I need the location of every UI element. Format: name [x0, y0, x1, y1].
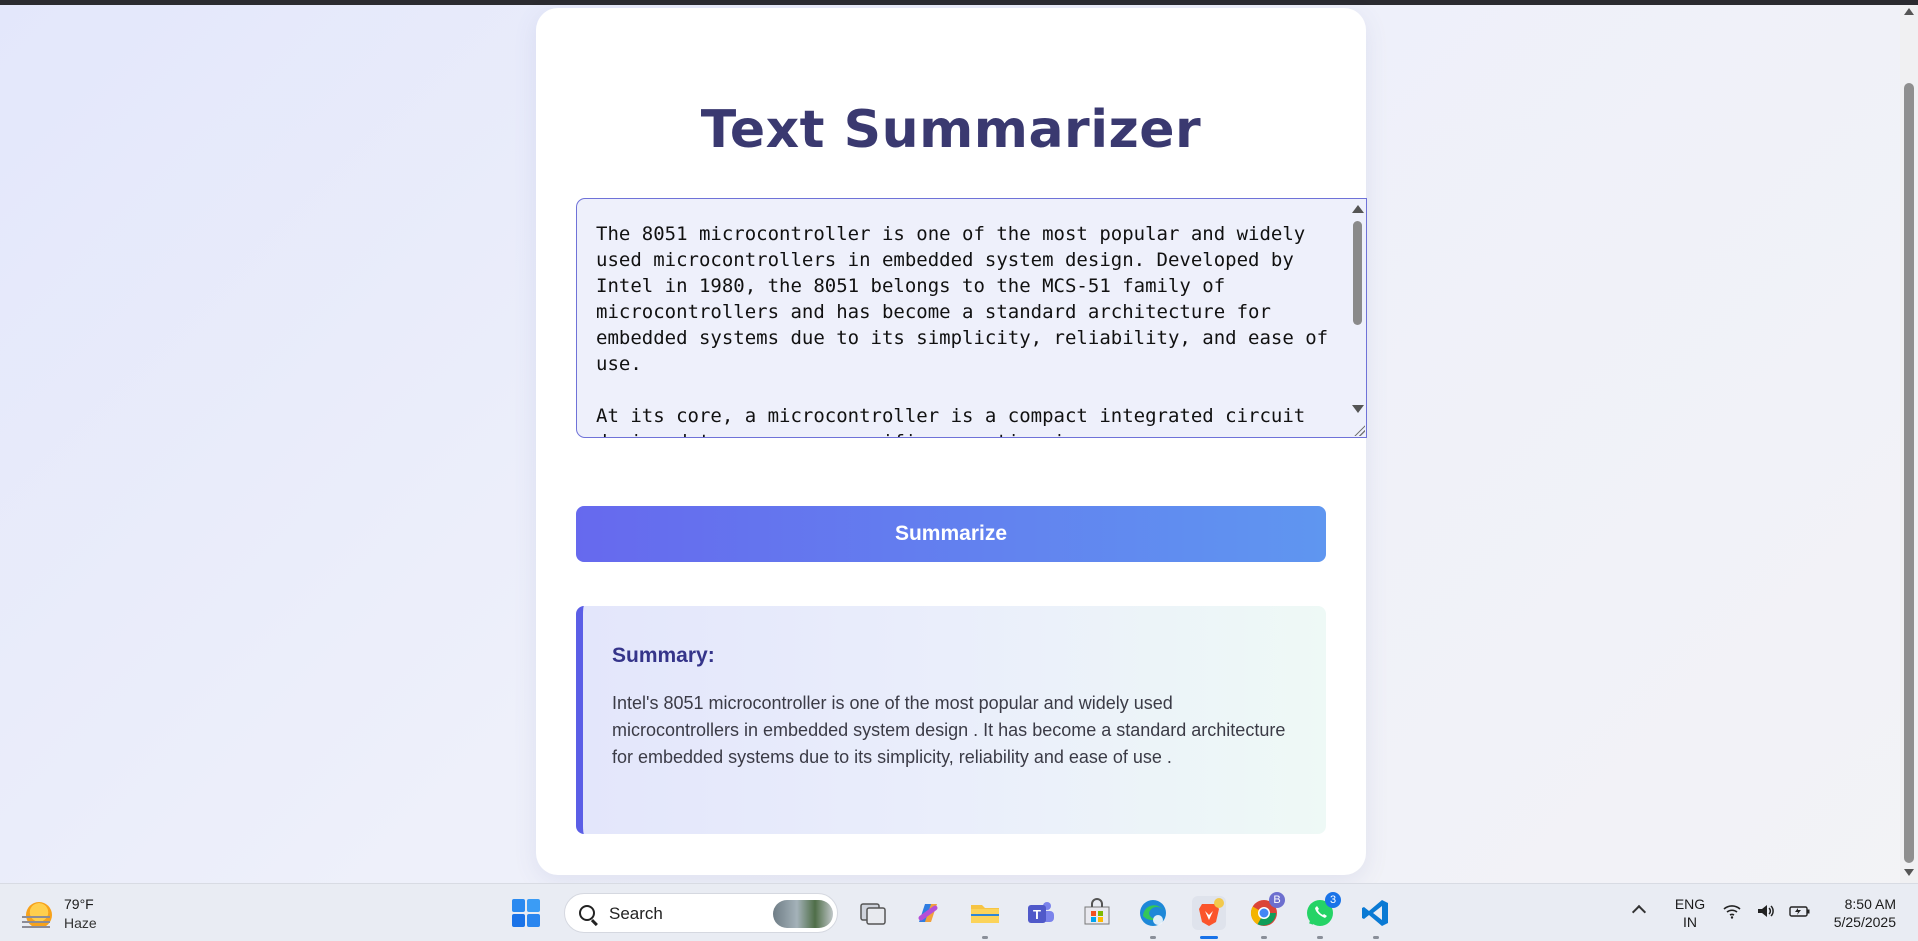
task-view-icon[interactable]: [856, 896, 890, 930]
weather-widget[interactable]: 79°F Haze: [18, 894, 128, 934]
brave-icon[interactable]: [1192, 896, 1226, 930]
summarize-button[interactable]: Summarize: [576, 506, 1326, 562]
page-scroll-thumb[interactable]: [1904, 83, 1914, 863]
folder-icon[interactable]: [968, 896, 1002, 930]
summary-text: Intel's 8051 microcontroller is one of t…: [612, 693, 1286, 767]
svg-text:T: T: [1033, 907, 1041, 922]
clock-time: 8:50 AM: [1844, 896, 1896, 912]
haze-lines-icon: [22, 916, 50, 928]
resize-handle-icon[interactable]: [1353, 424, 1365, 436]
clock-date: 5/25/2025: [1833, 914, 1896, 930]
language-code: ENG: [1674, 896, 1706, 912]
clock[interactable]: 8:50 AM 5/25/2025: [1808, 895, 1896, 931]
text-input-scrollbar[interactable]: [1349, 199, 1366, 437]
search-highlight-image: [773, 900, 833, 928]
language-region: IN: [1683, 914, 1697, 930]
show-hidden-icons-chevron-icon[interactable]: [1631, 904, 1647, 920]
search-label: Search: [609, 904, 663, 923]
page-scrollbar[interactable]: [1900, 5, 1918, 883]
weather-temp: 79°F: [64, 896, 94, 912]
weather-condition: Haze: [64, 915, 97, 931]
vscode-icon[interactable]: [1359, 896, 1393, 930]
summary-panel: Summary: Intel's 8051 microcontroller is…: [576, 606, 1326, 834]
taskbar-search[interactable]: Search: [564, 893, 838, 933]
edge-running-indicator: [1150, 936, 1156, 939]
copilot-icon[interactable]: [911, 896, 945, 930]
scroll-up-arrow-icon[interactable]: [1352, 205, 1364, 213]
chrome-profile-badge: B: [1269, 892, 1285, 908]
summary-heading: Summary:: [612, 644, 715, 667]
page-title: Text Summarizer: [700, 100, 1202, 160]
volume-icon[interactable]: [1756, 900, 1790, 921]
vscode-running-indicator: [1373, 936, 1379, 939]
brave-active-indicator: [1200, 936, 1218, 939]
text-input[interactable]: The 8051 microcontroller is one of the m…: [577, 199, 1347, 437]
chrome-running-indicator: [1261, 936, 1267, 939]
chrome-icon[interactable]: B: [1247, 892, 1285, 930]
browser-top-edge: [0, 0, 1918, 5]
whatsapp-icon[interactable]: 3: [1303, 892, 1341, 930]
teams-icon[interactable]: T: [1024, 896, 1058, 930]
text-input-container: The 8051 microcontroller is one of the m…: [576, 198, 1367, 438]
language-indicator[interactable]: ENG IN: [1672, 895, 1708, 931]
scroll-down-arrow-icon[interactable]: [1352, 405, 1364, 413]
system-tray-icons[interactable]: [1722, 900, 1811, 921]
page-scroll-down-icon[interactable]: [1904, 869, 1914, 876]
search-icon: [579, 905, 595, 921]
whatsapp-unread-badge: 3: [1325, 892, 1341, 908]
folder-running-indicator: [982, 936, 988, 939]
store-icon[interactable]: [1080, 896, 1114, 930]
scroll-thumb[interactable]: [1353, 221, 1362, 325]
windows-start-icon[interactable]: [512, 899, 540, 927]
whatsapp-running-indicator: [1317, 936, 1323, 939]
page-scroll-up-icon[interactable]: [1904, 8, 1914, 15]
summarizer-card: Text Summarizer The 8051 microcontroller…: [536, 8, 1367, 875]
edge-icon[interactable]: [1136, 896, 1170, 930]
taskbar: 79°F Haze Search T B 3 ENG IN 8:50 AM 5/…: [0, 883, 1918, 941]
wifi-icon[interactable]: [1722, 900, 1756, 921]
